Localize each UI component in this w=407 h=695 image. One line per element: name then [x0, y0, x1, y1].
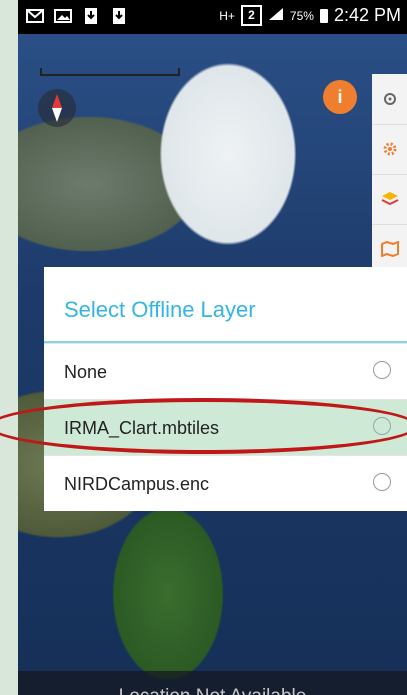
option-label: NIRDCampus.enc — [64, 474, 210, 494]
signal-icon — [268, 5, 284, 26]
compass-button[interactable] — [38, 89, 76, 127]
image-icon — [54, 7, 72, 25]
battery-percent: 75% — [289, 8, 314, 23]
notification-icons — [26, 7, 128, 25]
phone-screen: H+ 2 75% 2:42 PM i Select Offline Layer … — [18, 0, 407, 695]
radio-button[interactable] — [373, 417, 391, 435]
scale-bar — [40, 68, 180, 76]
download-icon — [82, 7, 100, 25]
settings-button[interactable] — [372, 124, 407, 175]
battery-icon — [319, 8, 328, 23]
app-frame: H+ 2 75% 2:42 PM i Select Offline Layer … — [0, 0, 407, 695]
radio-button[interactable] — [373, 473, 391, 491]
select-layer-dialog: Select Offline Layer None IRMA_Clart.mbt… — [44, 267, 407, 511]
option-label: IRMA_Clart.mbtiles — [64, 418, 220, 438]
radio-button[interactable] — [373, 361, 391, 379]
status-right: H+ 2 75% 2:42 PM — [219, 5, 401, 26]
location-button[interactable] — [372, 74, 407, 125]
network-type: H+ — [219, 8, 235, 23]
crosshair-icon — [383, 93, 396, 105]
dialog-title: Select Offline Layer — [64, 297, 256, 322]
sim-slot-badge: 2 — [240, 5, 262, 26]
option-nirdcampus[interactable]: NIRDCampus.enc — [44, 455, 407, 512]
download-icon — [110, 7, 128, 25]
gear-icon — [383, 142, 396, 156]
clock: 2:42 PM — [333, 5, 401, 25]
option-none[interactable]: None — [44, 343, 407, 400]
option-label: None — [64, 362, 108, 382]
layers-button[interactable] — [372, 174, 407, 225]
layers-icon — [381, 192, 398, 206]
location-status-bar: Location Not Available — [18, 671, 407, 695]
compass-needle-icon — [52, 94, 62, 122]
option-irma-clart[interactable]: IRMA_Clart.mbtiles — [44, 399, 407, 456]
map-icon — [380, 241, 399, 257]
status-bar: H+ 2 75% 2:42 PM — [18, 0, 407, 34]
mail-icon — [26, 7, 44, 25]
info-button[interactable]: i — [323, 80, 357, 114]
